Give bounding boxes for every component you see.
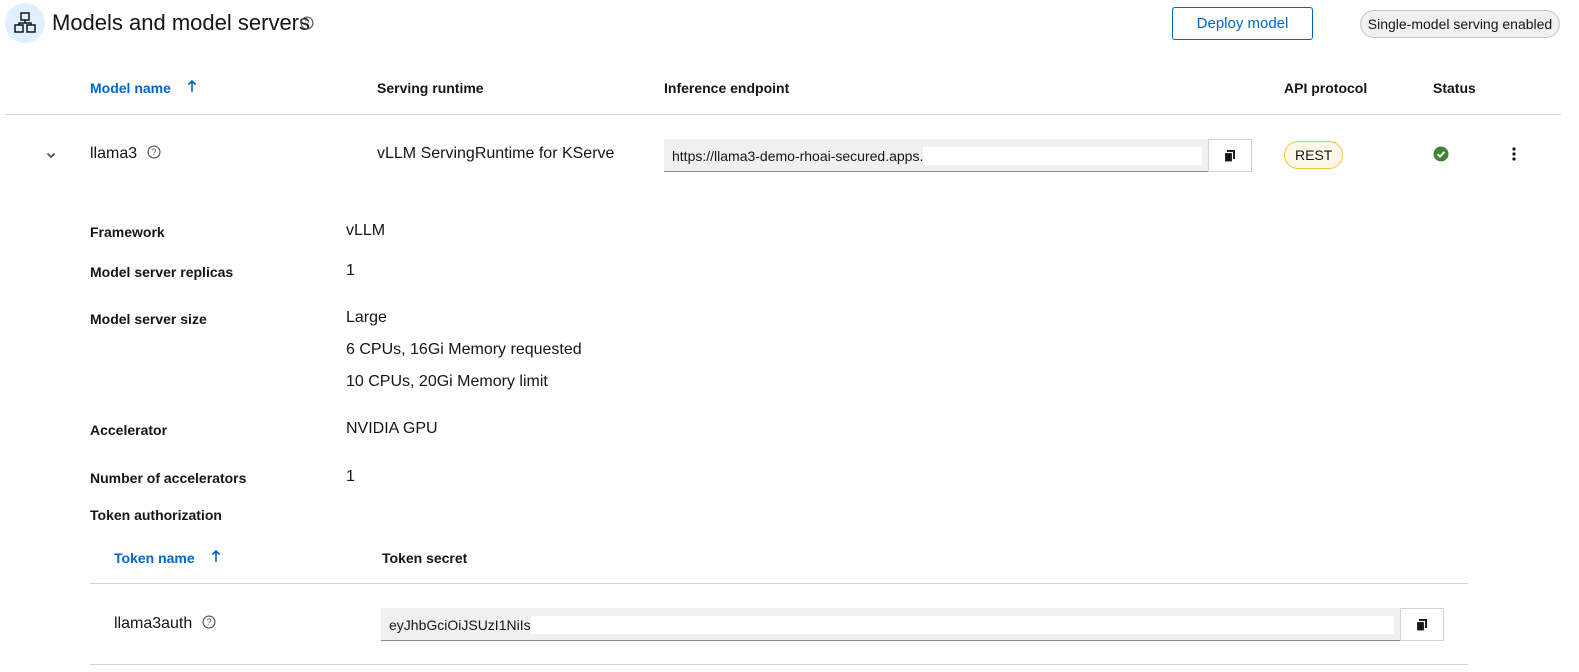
serving-mode-label: Single-model serving enabled <box>1360 10 1560 38</box>
server-size-limit: 10 CPUs, 20Gi Memory limit <box>346 373 548 390</box>
deploy-model-button[interactable]: Deploy model <box>1172 7 1313 40</box>
copy-button[interactable] <box>1400 608 1444 641</box>
token-secret-value: eyJhbGciOiJSUzI1NiIs <box>389 616 531 633</box>
framework-label: Framework <box>90 224 165 240</box>
accelerator-label: Accelerator <box>90 422 168 438</box>
token-row-divider <box>90 664 1468 665</box>
server-size-requested: 6 CPUs, 16Gi Memory requested <box>346 341 582 358</box>
chevron-down-icon[interactable] <box>45 148 57 166</box>
column-header-inference-endpoint: Inference endpoint <box>664 80 790 96</box>
column-header-api-protocol: API protocol <box>1284 80 1368 96</box>
sort-ascending-icon <box>187 79 197 96</box>
kebab-menu-icon[interactable] <box>1508 146 1520 167</box>
page-title: Models and model servers <box>52 10 311 35</box>
server-size-value: Large <box>346 309 387 326</box>
column-header-serving-runtime: Serving runtime <box>377 80 484 96</box>
copy-icon <box>1415 618 1427 632</box>
inference-endpoint-value: https://llama3-demo-rhoai-secured.apps. <box>672 147 924 164</box>
num-accelerators-label: Number of accelerators <box>90 470 247 486</box>
inference-endpoint-clipboard: https://llama3-demo-rhoai-secured.apps. <box>664 139 1252 172</box>
help-icon[interactable]: ? <box>202 615 216 633</box>
svg-text:?: ? <box>206 617 211 627</box>
sort-ascending-icon <box>211 549 221 566</box>
inference-endpoint-input[interactable]: https://llama3-demo-rhoai-secured.apps. <box>664 139 1208 172</box>
column-header-label: Model name <box>90 80 171 96</box>
token-secret-clipboard: eyJhbGciOiJSUzI1NiIs <box>381 608 1444 641</box>
column-header-model-name[interactable]: Model name <box>90 79 197 97</box>
serving-runtime-value: vLLM ServingRuntime for KServe <box>377 145 615 162</box>
token-name: llama3auth <box>114 615 193 632</box>
num-accelerators-value: 1 <box>346 468 355 485</box>
svg-text:?: ? <box>305 18 310 28</box>
token-name-cell: llama3auth ? <box>114 614 216 635</box>
replicas-label: Model server replicas <box>90 264 234 280</box>
svg-text:?: ? <box>151 147 156 157</box>
copy-button[interactable] <box>1208 139 1252 172</box>
column-header-token-secret: Token secret <box>382 550 468 566</box>
framework-value: vLLM <box>346 222 386 239</box>
help-icon[interactable]: ? <box>147 145 161 163</box>
models-icon <box>5 3 45 43</box>
api-protocol-badge: REST <box>1284 141 1344 169</box>
input-blank <box>530 615 1394 634</box>
status-success-icon <box>1433 146 1449 167</box>
model-name-cell: llama3 ? <box>90 144 161 165</box>
column-header-token-name[interactable]: Token name <box>114 549 221 567</box>
model-name: llama3 <box>90 145 138 162</box>
table-header-divider <box>5 114 1561 115</box>
column-header-label: Token name <box>114 550 195 566</box>
help-icon[interactable]: ? <box>300 16 314 35</box>
copy-icon <box>1223 149 1235 163</box>
input-blank <box>923 146 1202 165</box>
server-size-label: Model server size <box>90 311 207 327</box>
replicas-value: 1 <box>346 262 355 279</box>
token-secret-input[interactable]: eyJhbGciOiJSUzI1NiIs <box>381 608 1400 641</box>
column-header-status: Status <box>1433 80 1476 96</box>
token-header-divider <box>90 583 1468 584</box>
token-authorization-label: Token authorization <box>90 507 222 523</box>
accelerator-value: NVIDIA GPU <box>346 420 438 437</box>
